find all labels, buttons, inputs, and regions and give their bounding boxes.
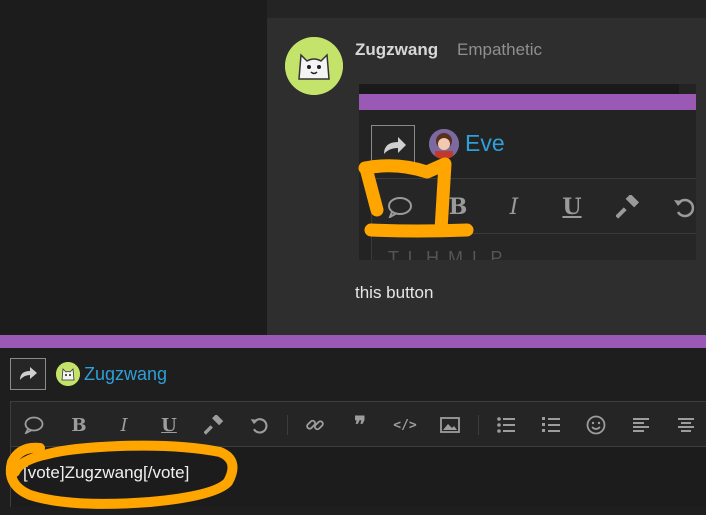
embed-partial-text: T L H M L P xyxy=(388,248,505,260)
image-icon[interactable] xyxy=(436,411,464,439)
smiley-icon[interactable] xyxy=(582,411,610,439)
highlight-scribble xyxy=(358,157,474,238)
cat-avatar-icon xyxy=(285,37,343,95)
embed-accent-bar xyxy=(359,94,696,110)
italic-icon: I xyxy=(509,194,519,220)
toolbar-divider xyxy=(287,415,288,435)
bullet-list-icon[interactable] xyxy=(492,411,520,439)
toolbar-divider xyxy=(478,415,479,435)
post-body: this button xyxy=(355,283,434,302)
underline-icon: U xyxy=(562,194,582,220)
post-author[interactable]: Zugzwang xyxy=(355,40,438,60)
link-icon[interactable] xyxy=(301,411,329,439)
reply-accent-bar xyxy=(0,335,706,348)
author-title: Empathetic xyxy=(457,40,543,59)
reply-user-avatar[interactable] xyxy=(56,362,80,386)
align-center-icon[interactable] xyxy=(672,411,700,439)
reply-button[interactable] xyxy=(10,358,46,390)
quote-icon[interactable]: ❞ xyxy=(346,411,374,439)
code-icon[interactable]: </> xyxy=(391,411,419,439)
avatar[interactable] xyxy=(285,37,343,95)
undo-icon xyxy=(664,187,696,227)
share-arrow-icon xyxy=(20,367,37,380)
reply-username[interactable]: Zugzwang xyxy=(84,364,167,385)
align-left-icon[interactable] xyxy=(627,411,655,439)
cat-avatar-icon xyxy=(56,362,80,386)
previous-post-edge xyxy=(267,0,706,18)
screen: Zugzwang Empathetic Eve B I U T L H M L … xyxy=(0,0,706,515)
hammer-icon xyxy=(608,187,648,227)
embed-top-bar xyxy=(359,84,679,94)
highlight-scribble xyxy=(5,440,238,509)
numbered-list-icon[interactable] xyxy=(537,411,565,439)
